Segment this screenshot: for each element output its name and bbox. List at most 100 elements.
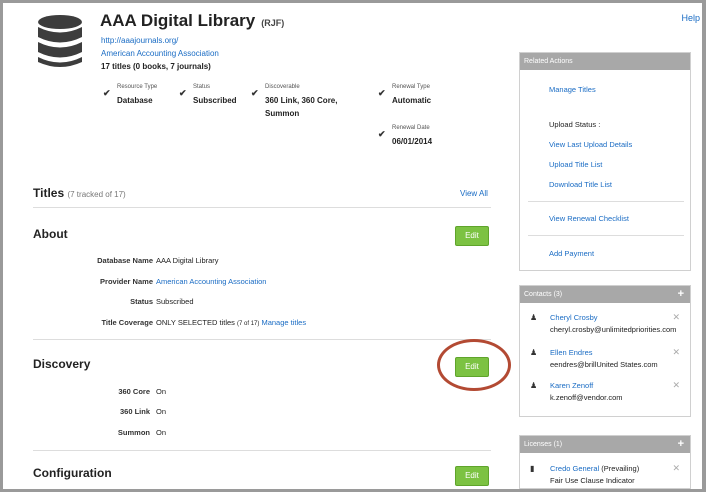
discovery-row-value: On [156,428,167,437]
check-icon: ✔ [103,88,111,98]
person-icon: ♟ [530,381,538,390]
provider-name-link[interactable]: American Accounting Association [156,277,266,289]
help-link[interactable]: Help [681,13,700,23]
licenses-header: Licenses (1) + [520,436,690,453]
download-title-list-link[interactable]: Download Title List [549,180,612,189]
attr-value: Automatic [392,96,432,105]
row-key: 360 Core [118,387,150,396]
discovery-heading: Discovery [33,357,91,371]
row-key: Database Name [97,256,153,265]
contact-name-link[interactable]: Ellen Endres [550,348,593,357]
check-icon: ✔ [179,88,187,98]
person-icon: ♟ [530,348,538,357]
person-icon: ♟ [530,313,538,322]
remove-contact-icon[interactable]: ✕ [672,347,680,358]
license-name-line: Credo General (Prevailing) [550,464,639,473]
discovery-row: 360 Link [33,407,150,419]
check-icon: ✔ [378,129,386,139]
discovery-row-value: On [156,407,167,416]
about-row-value: AAA Digital Library [156,256,219,265]
add-payment-link[interactable]: Add Payment [549,249,594,258]
remove-contact-icon[interactable]: ✕ [672,380,680,391]
remove-contact-icon[interactable]: ✕ [672,312,680,323]
row-key: Title Coverage [101,318,153,327]
contact-item: ♟ Ellen Endres eendres@brillUnited State… [520,347,690,378]
check-icon: ✔ [251,88,259,98]
database-icon [38,15,82,67]
discovery-row: 360 Core [33,387,150,399]
contact-email: k.zenoff@vendor.com [550,393,623,402]
add-contact-icon[interactable]: + [678,286,684,303]
license-name-link[interactable]: Credo General [550,464,599,473]
attr-value: Summon [265,109,300,118]
related-actions-panel: Related Actions Manage Titles Upload Sta… [519,52,691,271]
about-row: Status [33,297,153,309]
attr-value: 360 Link, 360 Core, [265,96,338,105]
about-row: Title Coverage [33,318,153,330]
divider [528,201,684,202]
view-renewal-checklist-link[interactable]: View Renewal Checklist [549,214,629,223]
contacts-panel: Contacts (3) + ♟ Cheryl Crosby cheryl.cr… [519,285,691,417]
title-code: (RJF) [261,18,285,28]
licenses-header-text: Licenses (1) [524,441,563,448]
titles-heading-text: Titles [33,186,65,200]
titles-heading: Titles (7 tracked of 17) [33,186,126,200]
configuration-heading: Configuration [33,466,112,480]
attr-value: 06/01/2014 [392,137,433,146]
related-actions-header: Related Actions [520,53,690,70]
divider [33,339,491,340]
about-heading: About [33,227,68,241]
attr-label: Discoverable [265,84,300,90]
attr-value: Subscribed [193,96,237,105]
contacts-header-text: Contacts (3) [524,291,563,298]
licenses-panel: Licenses (1) + ▮ Credo General (Prevaili… [519,435,691,489]
attr-label: Status [193,84,211,90]
about-row: Provider Name [33,277,153,289]
license-detail: Fair Use Clause Indicator [550,476,635,485]
license-item: ▮ Credo General (Prevailing) Fair Use Cl… [520,463,690,492]
configuration-edit-button[interactable]: Edit [455,466,489,486]
row-key: Status [130,297,153,306]
titles-tracked-count: (7 tracked of 17) [67,190,126,199]
add-license-icon[interactable]: + [678,436,684,453]
row-key: Summon [117,428,150,437]
divider [33,450,491,451]
about-row-value: Subscribed [156,297,194,306]
title-text: AAA Digital Library [100,11,256,30]
divider [33,207,491,208]
title-coverage-value: ONLY SELECTED titles (7 of 17) Manage ti… [156,318,306,330]
about-edit-button[interactable]: Edit [455,226,489,246]
discovery-row-value: On [156,387,167,396]
coverage-count: (7 of 17) [237,321,260,327]
contact-name-link[interactable]: Karen Zenoff [550,381,593,390]
row-key: Provider Name [100,277,153,286]
check-icon: ✔ [378,88,386,98]
remove-license-icon[interactable]: ✕ [672,463,680,474]
document-icon: ▮ [530,464,535,473]
about-row: Database Name [33,256,153,268]
view-all-link[interactable]: View All [460,189,488,198]
page-title: AAA Digital Library (RJF) [100,11,284,31]
coverage-text: ONLY SELECTED titles [156,318,235,327]
title-count: 17 titles (0 books, 7 journals) [101,62,211,71]
contact-name-link[interactable]: Cheryl Crosby [550,313,598,322]
divider [528,235,684,236]
discovery-row: Summon [33,428,150,440]
contacts-header: Contacts (3) + [520,286,690,303]
view-last-upload-link[interactable]: View Last Upload Details [549,140,632,149]
database-url-link[interactable]: http://aaajournals.org/ [101,36,178,45]
contact-item: ♟ Cheryl Crosby cheryl.crosby@unlimitedp… [520,312,690,343]
attr-label: Resource Type [117,84,158,90]
contact-email: eendres@brillUnited States.com [550,360,658,369]
provider-link[interactable]: American Accounting Association [101,49,219,58]
upload-title-list-link[interactable]: Upload Title List [549,160,602,169]
attr-label: Renewal Date [392,125,430,131]
upload-status-label: Upload Status : [549,120,601,129]
attr-label: Renewal Type [392,84,430,90]
manage-titles-action[interactable]: Manage Titles [549,85,596,94]
contact-item: ♟ Karen Zenoff k.zenoff@vendor.com ✕ [520,380,690,411]
manage-titles-link[interactable]: Manage titles [261,318,306,327]
highlight-circle [437,339,511,391]
row-key: 360 Link [119,407,150,416]
license-tag: (Prevailing) [601,464,640,473]
